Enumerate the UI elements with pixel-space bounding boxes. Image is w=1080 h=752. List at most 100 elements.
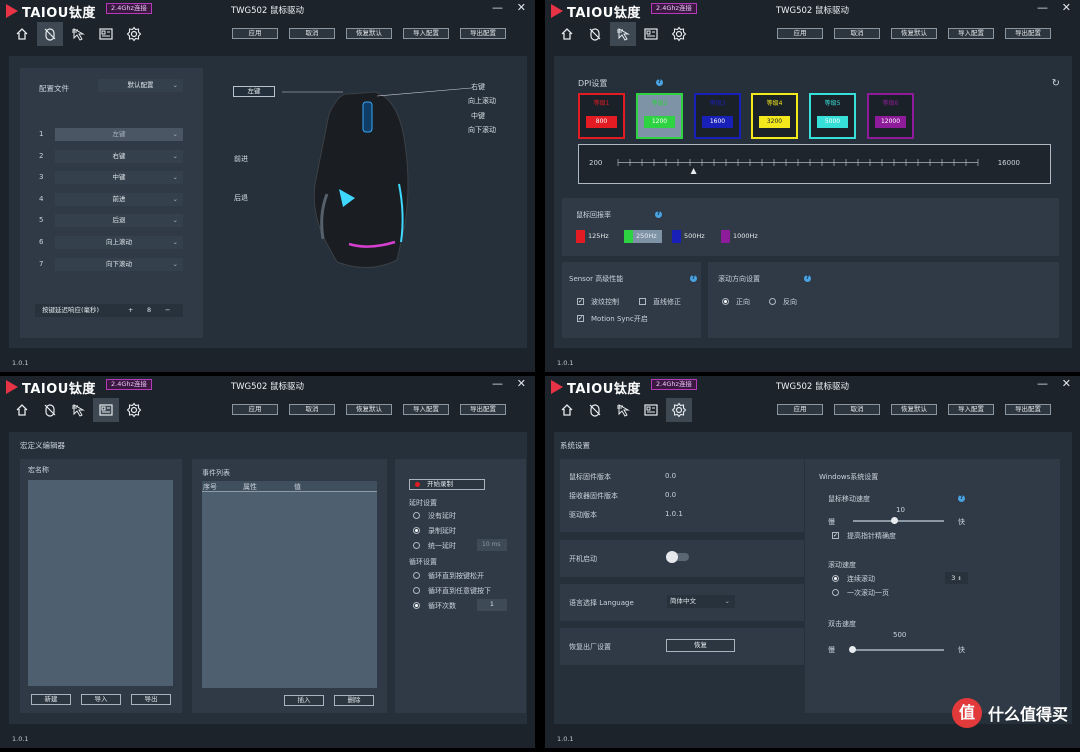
help-icon[interactable]: ? (804, 275, 811, 282)
close-button[interactable]: ✕ (1062, 2, 1071, 14)
dpi-slider[interactable]: 200 16000 (578, 144, 1051, 184)
report-rate-option[interactable]: 125Hz (576, 230, 614, 243)
nav-macro-button[interactable] (93, 398, 119, 422)
key-assign-select[interactable]: 左键 ⌄ (55, 128, 183, 141)
record-button[interactable]: 开始录制 (409, 479, 485, 490)
restore-default-button[interactable]: 恢复默认 (891, 404, 937, 415)
report-rate-option[interactable]: 500Hz (672, 230, 710, 243)
factory-reset-button[interactable]: 恢复 (666, 639, 735, 652)
precision-checkbox[interactable]: ✓ (832, 532, 839, 539)
continuous-scroll-radio[interactable] (832, 575, 839, 582)
nav-mouse-button[interactable] (37, 398, 63, 422)
nav-mouse-button[interactable] (582, 398, 608, 422)
nav-cursor-button[interactable] (65, 398, 91, 422)
loop-count-input[interactable]: 1 (477, 599, 507, 611)
event-insert-button[interactable]: 插入 (284, 695, 324, 706)
scroll-reverse-radio[interactable] (769, 298, 776, 305)
import-config-button[interactable]: 导入配置 (403, 404, 449, 415)
no-delay-radio[interactable] (413, 512, 420, 519)
nav-settings-button[interactable] (121, 22, 147, 46)
close-button[interactable]: ✕ (517, 378, 526, 390)
record-delay-radio[interactable] (413, 527, 420, 534)
apply-button[interactable]: 应用 (777, 28, 823, 39)
loop-count-radio[interactable] (413, 602, 420, 609)
key-assign-select[interactable]: 中键 ⌄ (55, 171, 183, 185)
key-assign-select[interactable]: 向下滚动 ⌄ (55, 257, 183, 271)
restore-default-button[interactable]: 恢复默认 (891, 28, 937, 39)
page-scroll-radio[interactable] (832, 589, 839, 596)
callout-left-button[interactable]: 左键 (233, 86, 275, 97)
macro-new-button[interactable]: 新建 (31, 694, 71, 705)
macro-import-button[interactable]: 导入 (81, 694, 121, 705)
restore-default-button[interactable]: 恢复默认 (346, 404, 392, 415)
dpi-slider-pointer[interactable] (690, 168, 697, 174)
cancel-button[interactable]: 取消 (289, 404, 335, 415)
nav-mouse-button[interactable] (37, 22, 63, 46)
import-config-button[interactable]: 导入配置 (948, 404, 994, 415)
event-list-table[interactable]: 序号 属性 值 (202, 481, 377, 688)
import-config-button[interactable]: 导入配置 (948, 28, 994, 39)
double-click-slider[interactable] (849, 646, 944, 653)
pointer-speed-slider[interactable] (853, 517, 944, 524)
nav-mouse-button[interactable] (582, 22, 608, 46)
restore-default-button[interactable]: 恢复默认 (346, 28, 392, 39)
double-click-knob[interactable] (849, 646, 856, 653)
dpi-level-card[interactable]: 等级6 12000 (867, 93, 914, 139)
loop-until-release-radio[interactable] (413, 572, 420, 579)
scroll-forward-radio[interactable] (722, 298, 729, 305)
ripple-control-checkbox[interactable]: ✓ (577, 298, 584, 305)
dpi-level-card[interactable]: 等级5 5000 (809, 93, 856, 139)
minimize-button[interactable]: — (1037, 2, 1048, 14)
pointer-speed-knob[interactable] (890, 517, 898, 524)
help-icon[interactable]: ? (656, 79, 663, 86)
delay-minus-button[interactable]: − (165, 304, 170, 317)
apply-button[interactable]: 应用 (232, 28, 278, 39)
nav-home-button[interactable] (554, 22, 580, 46)
import-config-button[interactable]: 导入配置 (403, 28, 449, 39)
key-assign-select[interactable]: 右键 ⌄ (55, 149, 183, 163)
report-rate-option[interactable]: 250Hz (624, 230, 662, 243)
key-assign-select[interactable]: 后退 ⌄ (55, 214, 183, 228)
minimize-button[interactable]: — (1037, 378, 1048, 390)
scroll-lines-stepper[interactable]: 3 ⇕ (945, 572, 968, 584)
dpi-level-card[interactable]: 等级4 3200 (751, 93, 798, 139)
delay-plus-button[interactable]: + (128, 304, 133, 317)
nav-cursor-button[interactable] (65, 22, 91, 46)
report-rate-option[interactable]: 1000Hz (721, 230, 761, 243)
export-config-button[interactable]: 导出配置 (1005, 404, 1051, 415)
nav-cursor-button[interactable] (610, 398, 636, 422)
motion-sync-checkbox[interactable]: ✓ (577, 315, 584, 322)
profile-select[interactable]: 默认配置 ⌄ (98, 79, 183, 92)
fixed-delay-input[interactable]: 10 ms (477, 539, 507, 551)
macro-name-list[interactable] (28, 480, 173, 686)
help-icon[interactable]: ? (655, 211, 662, 218)
close-button[interactable]: ✕ (517, 2, 526, 14)
nav-settings-button[interactable] (121, 398, 147, 422)
cancel-button[interactable]: 取消 (289, 28, 335, 39)
cancel-button[interactable]: 取消 (834, 28, 880, 39)
help-icon[interactable]: ? (958, 495, 965, 502)
apply-button[interactable]: 应用 (777, 404, 823, 415)
dpi-level-card[interactable]: 等级1 800 (578, 93, 625, 139)
export-config-button[interactable]: 导出配置 (1005, 28, 1051, 39)
nav-cursor-button[interactable] (610, 22, 636, 46)
loop-until-press-radio[interactable] (413, 587, 420, 594)
refresh-icon[interactable]: ↻ (1052, 78, 1060, 89)
startup-toggle[interactable] (666, 551, 689, 563)
apply-button[interactable]: 应用 (232, 404, 278, 415)
close-button[interactable]: ✕ (1062, 378, 1071, 390)
nav-macro-button[interactable] (93, 22, 119, 46)
nav-macro-button[interactable] (638, 22, 664, 46)
language-select[interactable]: 简体中文 ⌄ (667, 595, 735, 608)
fixed-delay-radio[interactable] (413, 542, 420, 549)
dpi-level-card[interactable]: 等级2 1200 (636, 93, 683, 139)
nav-settings-button[interactable] (666, 22, 692, 46)
minimize-button[interactable]: — (492, 378, 503, 390)
nav-settings-button[interactable] (666, 398, 692, 422)
nav-home-button[interactable] (554, 398, 580, 422)
export-config-button[interactable]: 导出配置 (460, 28, 506, 39)
cancel-button[interactable]: 取消 (834, 404, 880, 415)
angle-snap-checkbox[interactable] (639, 298, 646, 305)
nav-home-button[interactable] (9, 398, 35, 422)
key-assign-select[interactable]: 前进 ⌄ (55, 192, 183, 206)
